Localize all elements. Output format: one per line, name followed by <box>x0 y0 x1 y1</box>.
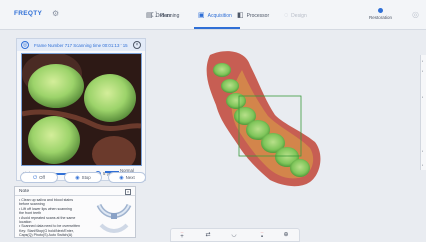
camera-panel: ◎ Frame Number 717 Scanning time 00:01:1… <box>16 38 146 181</box>
planning-icon: ⛶ <box>152 12 157 19</box>
stop-button-label: Stop <box>81 175 91 180</box>
stop-icon: ◉ <box>75 174 80 181</box>
top-bar: FREQTY ⚙ ▤ Orders ⛶ Planning ▣ Acquisiti… <box>0 0 426 30</box>
settings-icon[interactable]: ⚙ <box>52 9 59 18</box>
off-button-label: Off <box>39 175 45 180</box>
right-side-panel[interactable]: ▪ ▪ ▪ ▪ ▪ <box>420 55 426 170</box>
step-acquisition[interactable]: ▣ Acquisition <box>198 12 232 19</box>
tooth <box>221 79 239 93</box>
camera-tooth <box>84 74 136 122</box>
scan-3d-viewport[interactable] <box>150 30 418 228</box>
note-line: Caps(Q) Photo(S) Auto Switch(A) <box>19 233 73 238</box>
tool-more[interactable]: ⊕ <box>279 231 293 238</box>
side-item-icon[interactable]: ▪ <box>422 69 423 73</box>
off-button[interactable]: ⏻ Off <box>20 172 58 183</box>
bottom-toolbar: — + ⇄ ◡ — ▪ ⊕ <box>170 228 300 242</box>
scan-buttons: ⏻ Off ◉ Stop ◉ Next <box>20 172 146 184</box>
restoration-label: Restoration <box>369 15 393 20</box>
lock-icon: ▪ <box>260 234 264 240</box>
step-acquisition-label: Acquisition <box>207 12 232 19</box>
next-button-label: Next <box>125 175 135 180</box>
restoration-icon <box>378 8 383 13</box>
side-item-icon[interactable]: ▪ <box>422 95 423 99</box>
side-item-icon[interactable]: ▪ <box>422 163 423 167</box>
step-planning-label: Planning <box>159 12 180 19</box>
tooth <box>226 93 246 109</box>
window-menu-icon[interactable]: ◎ <box>412 10 419 19</box>
step-design-label: Design <box>291 12 307 19</box>
undo-icon: ⇄ <box>205 232 211 238</box>
brand-logo: FREQTY <box>14 10 43 17</box>
side-item-icon[interactable]: ▪ <box>422 149 423 153</box>
tooth <box>290 159 310 177</box>
scan-path-illustration <box>96 203 132 233</box>
tool-add[interactable]: — + <box>175 231 189 241</box>
intraoral-camera-view <box>21 53 142 166</box>
note-title: Note <box>19 189 30 194</box>
cut-icon: ◡ <box>231 232 237 238</box>
dental-scan-model <box>206 51 321 187</box>
step-processor[interactable]: ◧ Processor <box>237 12 269 19</box>
active-step-indicator <box>194 27 240 29</box>
side-item-icon[interactable]: ▪ <box>422 59 423 63</box>
off-icon: ⏻ <box>33 174 38 181</box>
camera-tooth <box>28 64 84 108</box>
processor-icon: ◧ <box>237 12 244 19</box>
acquisition-icon: ▣ <box>198 12 205 19</box>
tool-lock[interactable]: — ▪ <box>255 231 269 241</box>
close-icon[interactable]: × <box>133 41 141 49</box>
more-icon: ⊕ <box>283 232 289 238</box>
step-design: ◌ Design <box>284 12 307 19</box>
tool-cut[interactable]: ◡ <box>227 231 241 238</box>
note-text: • Clean up saliva and blood stains befor… <box>19 198 91 238</box>
tooth <box>213 63 231 77</box>
camera-panel-header: ◎ Frame Number 717 Scanning time 00:01:1… <box>17 39 145 51</box>
next-button[interactable]: ◉ Next <box>108 172 146 183</box>
camera-settings-icon[interactable]: ◎ <box>21 41 29 49</box>
tool-undo[interactable]: ⇄ <box>201 231 215 238</box>
camera-tooth <box>28 116 80 164</box>
camera-panel-title: Frame Number 717 Scanning time 00:01:13 … <box>34 42 128 48</box>
note-header: Note × <box>15 187 135 196</box>
next-icon: ◉ <box>119 174 124 181</box>
close-icon[interactable]: × <box>125 189 131 195</box>
design-icon: ◌ <box>284 12 289 19</box>
plus-icon: + <box>180 234 184 240</box>
step-planning[interactable]: ⛶ Planning <box>152 12 179 19</box>
restoration-button[interactable]: Restoration <box>369 8 392 20</box>
note-panel: Note × • Clean up saliva and blood stain… <box>14 186 136 238</box>
stop-button[interactable]: ◉ Stop <box>64 172 102 183</box>
step-processor-label: Processor <box>246 12 270 19</box>
